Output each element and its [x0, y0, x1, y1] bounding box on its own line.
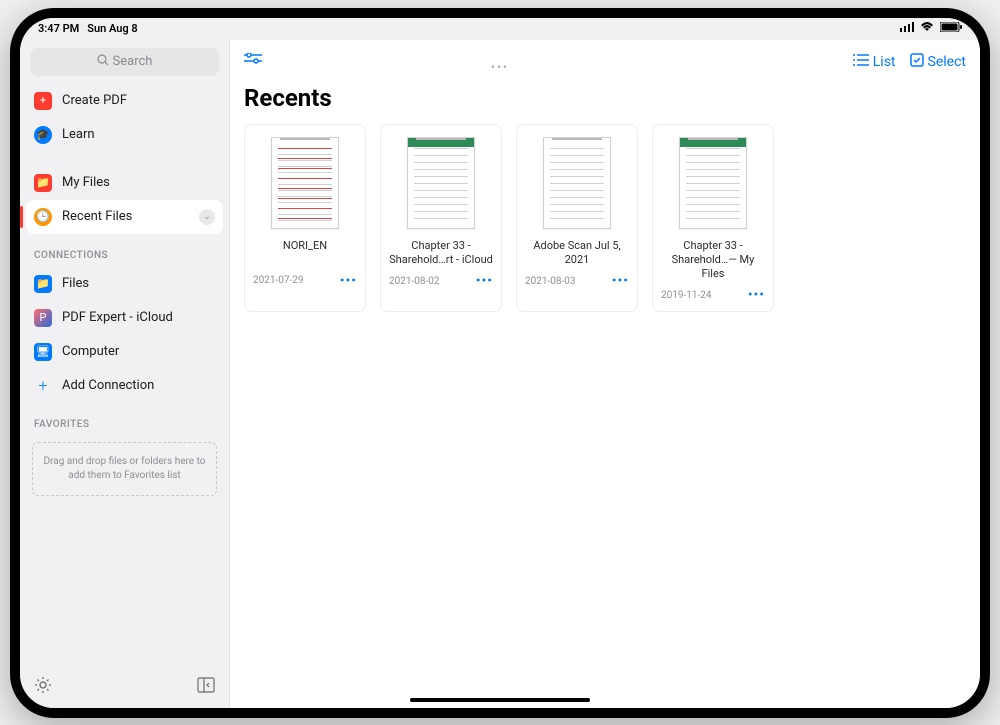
filter-button[interactable]: [244, 52, 262, 71]
file-date: 2021-08-02: [389, 276, 440, 287]
pdfexpert-icon: P: [34, 309, 52, 327]
plus-icon: +: [34, 377, 52, 395]
file-menu-button[interactable]: •••: [612, 273, 629, 289]
toolbar: List Select: [230, 40, 980, 84]
sidebar-item-files[interactable]: 📁 Files: [20, 267, 229, 301]
app-body: Search + Create PDF 🎓 Learn 📁: [20, 40, 980, 708]
file-date: 2021-07-29: [253, 275, 304, 286]
file-title: Chapter 33 - Sharehold…— My Files: [661, 239, 765, 282]
file-thumbnail: [525, 133, 629, 233]
folder-icon: 📁: [34, 174, 52, 192]
main-content: List Select Recents NORI_EN 2021-07-29 •••…: [230, 40, 980, 708]
multitask-dots-icon[interactable]: •••: [491, 60, 509, 74]
sidebar-item-label: Files: [62, 276, 89, 291]
list-icon: [853, 54, 869, 70]
settings-button[interactable]: [34, 676, 52, 698]
sidebar-item-computer[interactable]: 🖥 Computer: [20, 335, 229, 369]
plus-icon: +: [34, 92, 52, 110]
sidebar-item-label: PDF Expert - iCloud: [62, 310, 173, 325]
sidebar-item-label: My Files: [62, 175, 110, 190]
file-card[interactable]: Chapter 33 - Sharehold…rt - iCloud 2021-0…: [380, 124, 502, 313]
ipad-frame: 3:47 PM Sun Aug 8 •••: [10, 8, 990, 718]
sidebar-item-label: Recent Files: [62, 209, 132, 224]
battery-icon: [940, 22, 962, 35]
sidebar-item-my-files[interactable]: 📁 My Files: [20, 166, 229, 200]
file-menu-button[interactable]: •••: [340, 273, 357, 289]
section-connections: CONNECTIONS: [20, 234, 229, 267]
file-thumbnail: [253, 133, 357, 233]
section-favorites: FAVORITES: [20, 403, 229, 436]
favorites-dropzone[interactable]: Drag and drop files or folders here to a…: [32, 442, 217, 496]
sidebar-item-label: Learn: [62, 127, 95, 142]
check-icon: [910, 53, 924, 71]
status-bar: 3:47 PM Sun Aug 8: [20, 18, 980, 40]
search-icon: [97, 54, 109, 70]
sidebar-item-add-connection[interactable]: + Add Connection: [20, 369, 229, 403]
files-grid: NORI_EN2021-07-29•••Chapter 33 - Shareho…: [230, 124, 980, 313]
sidebar-item-pdfexpert-icloud[interactable]: P PDF Expert - iCloud: [20, 301, 229, 335]
page-title: Recents: [230, 84, 980, 124]
select-label: Select: [928, 54, 966, 70]
sidebar: Search + Create PDF 🎓 Learn 📁: [20, 40, 230, 708]
file-card[interactable]: NORI_EN 2021-07-29 •••: [244, 124, 366, 313]
sidebar-item-learn[interactable]: 🎓 Learn: [20, 118, 229, 152]
home-indicator[interactable]: [410, 698, 590, 702]
file-date: 2019-11-24: [661, 290, 712, 301]
sidebar-item-label: Computer: [62, 344, 119, 359]
clock-icon: 🕒: [34, 208, 52, 226]
file-menu-button[interactable]: •••: [476, 273, 493, 289]
file-title: Adobe Scan Jul 5, 2021: [525, 239, 629, 268]
sidebar-item-create-pdf[interactable]: + Create PDF: [20, 84, 229, 118]
file-title: NORI_EN: [253, 239, 357, 267]
sidebar-item-label: Create PDF: [62, 93, 127, 108]
sidebar-item-label: Add Connection: [62, 378, 154, 393]
view-list-button[interactable]: List: [853, 54, 896, 70]
select-button[interactable]: Select: [910, 53, 966, 71]
search-placeholder: Search: [113, 54, 153, 69]
status-time: 3:47 PM: [38, 22, 79, 35]
file-thumbnail: [389, 133, 493, 233]
file-date: 2021-08-03: [525, 276, 576, 287]
collapse-sidebar-button[interactable]: [197, 676, 215, 698]
file-card[interactable]: Adobe Scan Jul 5, 2021 2021-08-03 •••: [516, 124, 638, 313]
file-title: Chapter 33 - Sharehold…rt - iCloud: [389, 239, 493, 268]
status-date: Sun Aug 8: [87, 22, 137, 35]
wifi-icon: [920, 22, 934, 35]
file-thumbnail: [661, 133, 765, 233]
file-menu-button[interactable]: •••: [748, 287, 765, 303]
search-input[interactable]: Search: [30, 48, 219, 76]
computer-icon: 🖥: [34, 343, 52, 361]
folder-icon: 📁: [34, 275, 52, 293]
screen: 3:47 PM Sun Aug 8 •••: [20, 18, 980, 708]
view-list-label: List: [873, 54, 896, 70]
graduation-icon: 🎓: [34, 126, 52, 144]
file-card[interactable]: Chapter 33 - Sharehold…— My Files 2019-11…: [652, 124, 774, 313]
signal-icon: [900, 22, 914, 35]
chevron-down-icon[interactable]: ⌄: [199, 209, 215, 225]
sidebar-item-recent-files[interactable]: 🕒 Recent Files ⌄: [26, 200, 223, 234]
